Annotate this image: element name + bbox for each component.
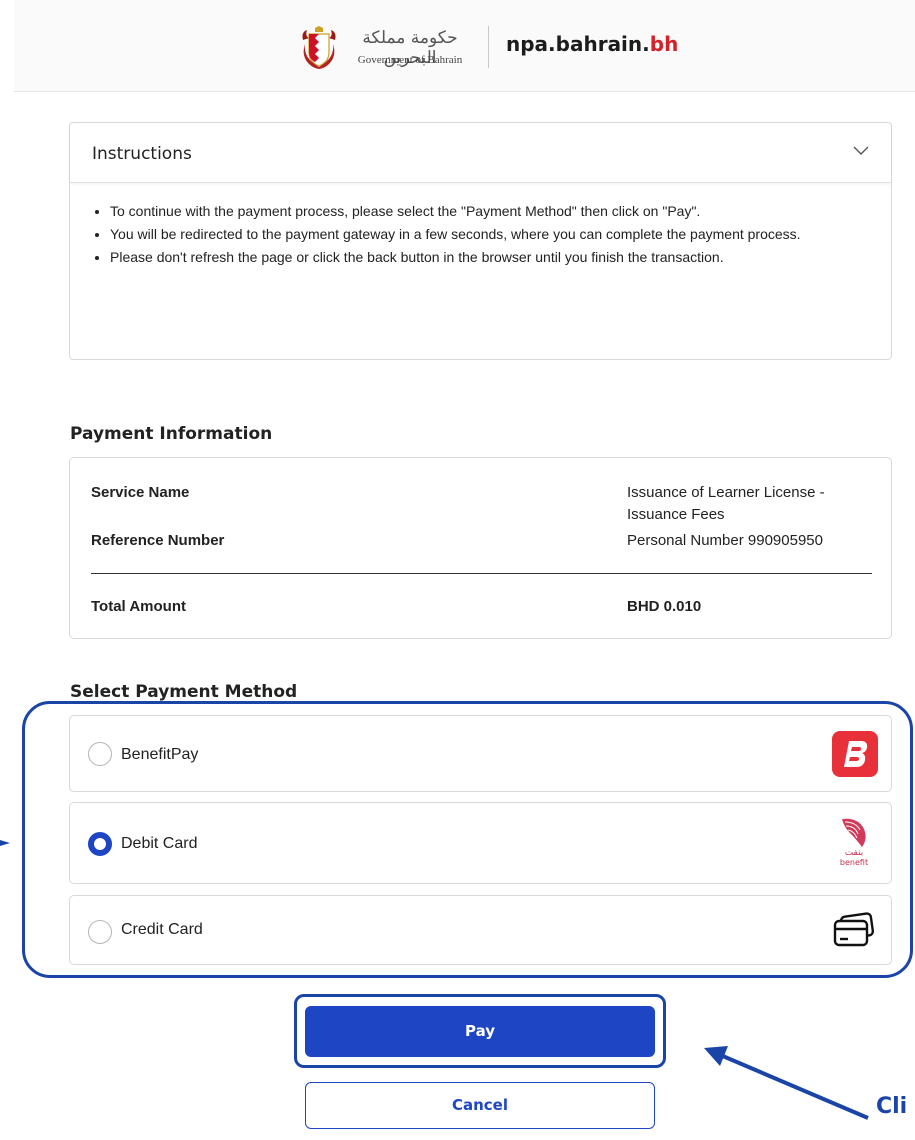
reference-number-value: Personal Number 990905950 [627,532,823,549]
pay-button[interactable]: Pay [305,1006,655,1057]
payment-information-title: Payment Information [70,424,273,444]
instructions-panel: Instructions To continue with the paymen… [69,122,892,360]
annotation-arrow-right [704,1046,869,1120]
reference-number-label: Reference Number [91,532,225,549]
payment-information-panel: Service Name Issuance of Learner License… [69,457,892,639]
cancel-button[interactable]: Cancel [305,1082,655,1129]
site-name-tld: bh [649,32,679,56]
service-name-label: Service Name [91,484,190,501]
instruction-item: Please don't refresh the page or click t… [110,247,850,268]
site-name[interactable]: npa.bahrain.bh [506,32,678,56]
service-name-value: Issuance of Learner License - Issuance F… [627,484,825,523]
chevron-down-icon[interactable] [850,139,872,161]
instruction-item: To continue with the payment process, pl… [110,201,850,222]
payment-method-highlight [22,701,913,978]
instruction-item: You will be redirected to the payment ga… [110,224,850,245]
site-header: حكومة مملكة البحرين Government of Bahrai… [14,0,915,92]
total-amount-label: Total Amount [91,598,186,615]
bahrain-emblem-icon [302,26,336,69]
select-payment-method-title: Select Payment Method [70,682,298,702]
header-divider [488,26,489,68]
site-name-domain: npa.bahrain. [506,32,650,56]
instructions-header[interactable]: Instructions [70,123,891,183]
instructions-list: To continue with the payment process, pl… [110,201,850,270]
annotation-arrow-left [0,840,10,846]
government-name: Government of Bahrain [357,54,463,66]
instructions-title: Instructions [92,144,192,164]
divider [91,573,872,574]
annotation-text: Cli [876,1094,908,1119]
total-amount-value: BHD 0.010 [627,598,702,615]
